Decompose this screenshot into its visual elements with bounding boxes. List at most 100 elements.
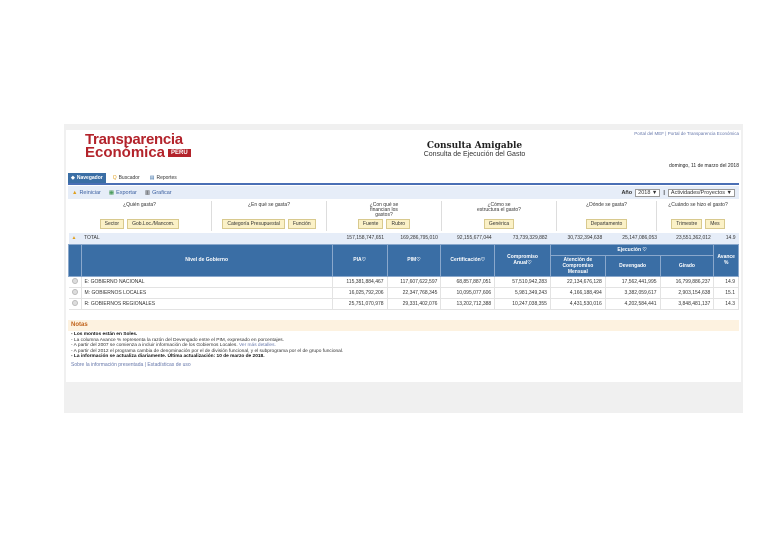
categoria-button[interactable]: Categoría Presupuestal xyxy=(222,219,285,229)
portal-transparencia-link[interactable]: Portal de Transparencia Económica xyxy=(668,131,739,136)
content-panel: Transparencia Económica PERÚ Consulta Ami… xyxy=(66,130,741,382)
question-label: ¿Dónde se gasta? xyxy=(586,202,627,208)
row-name: R: GOBIERNOS REGIONALES xyxy=(81,298,333,310)
sort-icon: ♡ xyxy=(480,257,486,263)
note-line: - Los montos están en Soles. xyxy=(71,332,138,337)
gob-loc-button[interactable]: Gob.Loc./Mancom. xyxy=(127,219,180,229)
tab-bar: ◆ Navegador Q Buscador ▤ Reportes xyxy=(68,173,739,185)
rubro-button[interactable]: Rubro xyxy=(386,219,411,229)
question-label: ¿Cuándo se hizo el gasto? xyxy=(668,202,728,208)
year-select[interactable]: 2018 ▼ xyxy=(635,188,661,197)
cell-cert: 68,857,887,051 xyxy=(440,276,496,288)
mes-button[interactable]: Mes xyxy=(705,219,725,229)
sort-icon: ♡ xyxy=(361,257,367,263)
reset-button[interactable]: ▲ Reiniciar xyxy=(72,190,101,196)
tab-label: Reportes xyxy=(156,175,177,181)
sector-button[interactable]: Sector xyxy=(99,219,125,229)
cell-gir: 3,848,481,137 xyxy=(660,298,715,310)
table-row[interactable]: R: GOBIERNOS REGIONALES 25,751,070,978 2… xyxy=(68,298,739,310)
header-label: PIM xyxy=(407,257,417,263)
notes-title: Notas xyxy=(68,320,739,331)
more-details-link[interactable]: Ver más detalles. xyxy=(239,343,276,348)
excel-icon: ▦ xyxy=(108,189,115,196)
header-nivel: Nivel de Gobierno xyxy=(80,243,333,277)
header-comp[interactable]: Compromiso Anual♡ xyxy=(494,243,551,277)
page-subtitle: Consulta de Ejecución del Gasto xyxy=(423,151,526,158)
tab-buscador[interactable]: Q Buscador xyxy=(110,173,143,183)
header-pim[interactable]: PIM♡ xyxy=(386,243,442,277)
header-avance: Avance % xyxy=(713,243,739,277)
fuente-button[interactable]: Fuente xyxy=(357,219,384,229)
current-date: domingo, 11 de marzo del 2018 xyxy=(669,163,739,169)
cell-avance: 14.9 xyxy=(713,276,739,288)
cell-comp: 5,981,349,243 xyxy=(494,287,551,299)
chart-label: Graficar xyxy=(152,189,172,196)
question-con-que: ¿Con qué se financian los gastos? Fuente R… xyxy=(327,201,442,231)
cell-pim: 29,331,402,076 xyxy=(387,298,442,310)
total-gir: 23,551,362,012 xyxy=(660,233,714,244)
reset-label: Reiniciar xyxy=(79,189,101,196)
total-comp: 73,739,329,882 xyxy=(494,233,551,244)
footer-links: Sobre la información presentada | Estadí… xyxy=(71,361,191,368)
collapse-icon[interactable]: ▲ xyxy=(68,233,81,244)
funcion-button[interactable]: Función xyxy=(287,219,316,229)
row-radio[interactable] xyxy=(71,288,78,295)
portal-links: Portal del MEF | Portal de Transparencia… xyxy=(634,131,739,136)
cell-cert: 10,095,077,606 xyxy=(440,287,496,299)
tab-reportes[interactable]: ▤ Reportes xyxy=(147,173,180,183)
table-row[interactable]: E: GOBIERNO NACIONAL 115,381,884,467 117… xyxy=(68,276,739,288)
total-row: ▲ TOTAL 157,158,747,651 169,286,795,010 … xyxy=(68,233,739,244)
table-row[interactable]: M: GOBIERNOS LOCALES 16,025,792,206 22,3… xyxy=(68,287,739,299)
tab-label: Buscador xyxy=(118,175,140,181)
generica-button[interactable]: Genérica xyxy=(483,219,515,229)
question-donde: ¿Dónde se gasta? Departamento xyxy=(557,201,657,231)
cell-pia: 16,025,792,206 xyxy=(332,287,388,299)
question-como: ¿Cómo se estructura el gasto? Genérica xyxy=(442,201,557,231)
row-name: M: GOBIERNOS LOCALES xyxy=(81,287,333,299)
cell-gir: 16,799,886,237 xyxy=(660,276,715,288)
header-gir: Girado xyxy=(659,254,715,277)
usage-stats-link[interactable]: Estadísticas de uso xyxy=(147,362,190,368)
question-cuando: ¿Cuándo se hizo el gasto? Trimestre Mes xyxy=(657,201,739,231)
note-line: - La información se actualiza diariament… xyxy=(71,354,265,359)
header-dev: Devengado xyxy=(604,254,661,277)
tab-navegador[interactable]: ◆ Navegador xyxy=(68,173,106,183)
sort-icon: ♡ xyxy=(416,257,421,263)
header-select xyxy=(68,243,82,277)
sort-icon: ♡ xyxy=(527,260,532,266)
question-row: ¿Quién gasta? Sector Gob.Loc./Mancom. ¿En … xyxy=(68,201,739,231)
cell-avance: 14.3 xyxy=(713,298,739,310)
row-radio[interactable] xyxy=(71,299,78,306)
header-ejec[interactable]: Ejecución ♡ xyxy=(549,243,715,256)
cell-aten: 4,431,530,016 xyxy=(550,298,606,310)
departamento-button[interactable]: Departamento xyxy=(585,219,628,229)
year-label: Año xyxy=(621,189,633,196)
about-info-link[interactable]: Sobre la información presentada xyxy=(71,362,143,368)
cell-cert: 13,202,712,388 xyxy=(440,298,496,310)
row-name: E: GOBIERNO NACIONAL xyxy=(81,276,333,288)
export-label: Exportar xyxy=(116,189,137,196)
total-dev: 25,147,086,053 xyxy=(605,233,661,244)
header-aten: Atención de Compromiso Mensual xyxy=(549,254,606,277)
export-button[interactable]: ▦ Exportar xyxy=(109,190,137,196)
row-radio[interactable] xyxy=(71,277,78,284)
tab-label: Navegador xyxy=(76,175,103,181)
notes-section: Notas - Los montos están en Soles. - La … xyxy=(68,320,739,369)
trimestre-button[interactable]: Trimestre xyxy=(671,219,703,229)
header-cert[interactable]: Certificación♡ xyxy=(440,243,496,277)
portal-mef-link[interactable]: Portal del MEF xyxy=(634,131,664,136)
total-label: TOTAL xyxy=(81,233,333,244)
filters: Año 2018 ▼ | Actividades/Proyectos ▼ xyxy=(621,188,735,197)
note-line: - A partir del 2007 se comienza a inclui… xyxy=(71,343,238,348)
cell-pia: 115,381,884,467 xyxy=(332,276,388,288)
chart-button[interactable]: ▥ Graficar xyxy=(145,190,172,196)
report-icon: ▤ xyxy=(149,175,155,181)
type-select[interactable]: Actividades/Proyectos ▼ xyxy=(667,188,735,197)
header-label: PIA xyxy=(353,257,362,263)
chart-icon: ▥ xyxy=(144,189,151,196)
sort-icon: ♡ xyxy=(642,246,647,253)
results-table: ▲ TOTAL 157,158,747,651 169,286,795,010 … xyxy=(68,233,739,310)
toolbar: ▲ Reiniciar ▦ Exportar ▥ Graficar Año 2018 ▼… xyxy=(68,186,739,199)
header-pia[interactable]: PIA♡ xyxy=(331,243,388,277)
cell-dev: 17,562,441,995 xyxy=(605,276,661,288)
